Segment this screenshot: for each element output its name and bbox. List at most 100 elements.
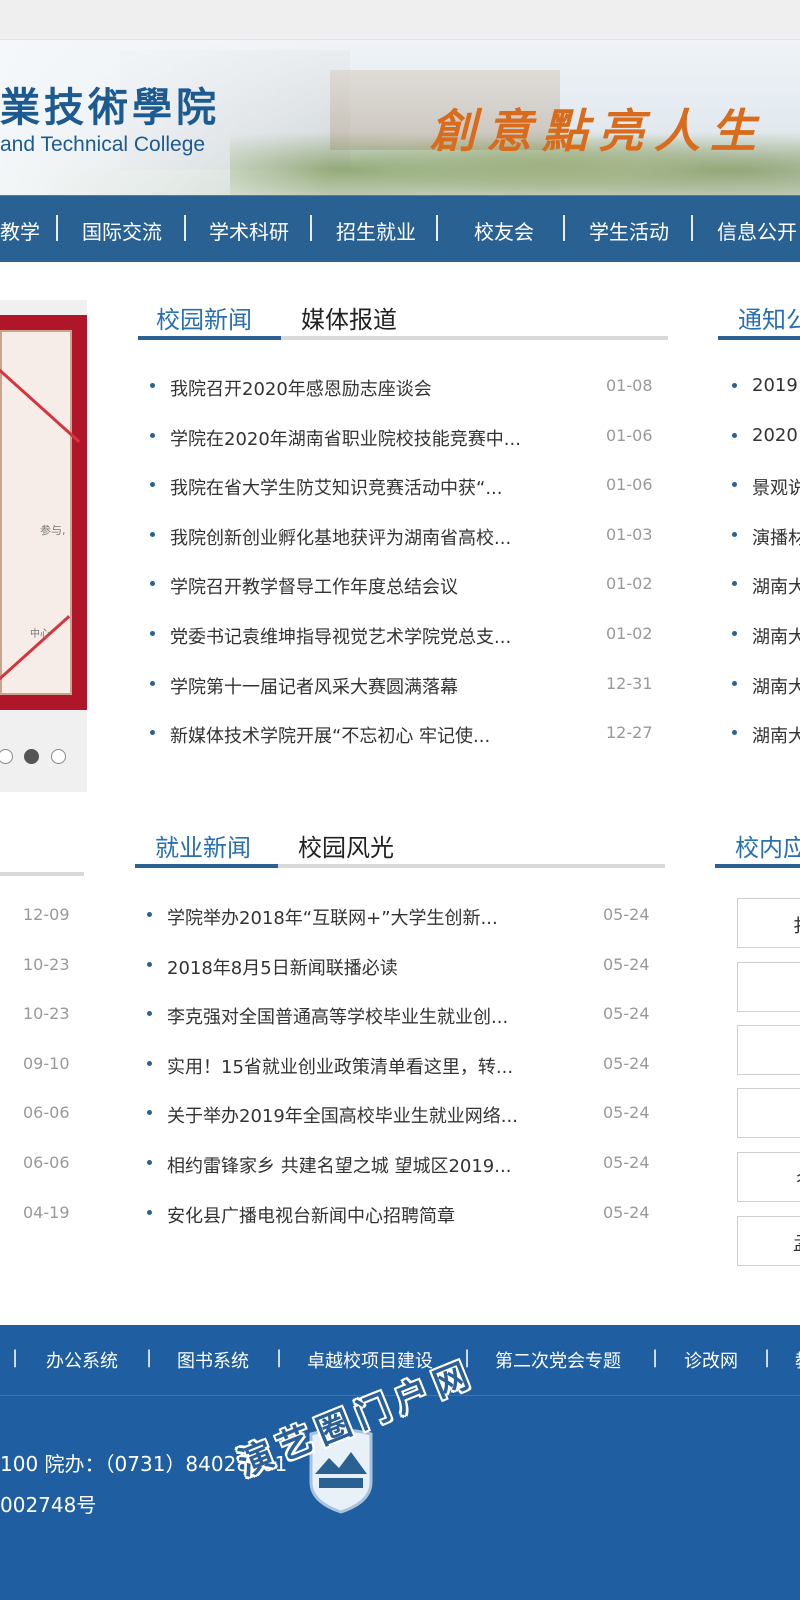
news-date: 01-06 (606, 425, 653, 445)
news-date: 12-09 (23, 905, 70, 924)
news-date: 12-27 (606, 723, 653, 743)
slide-dot[interactable] (51, 749, 66, 764)
nav-item-international[interactable]: 国际交流 (82, 216, 162, 245)
nav-separator (436, 215, 438, 241)
list-item[interactable]: 新媒体技术学院开展“不忘初心 牢记使... 12-27 (150, 720, 655, 750)
app-button[interactable]: 孟 (737, 1216, 800, 1266)
bullet-icon (147, 1160, 152, 1165)
left-tab-underline (0, 872, 84, 876)
app-button-label: 孟 (793, 1230, 800, 1256)
news-title[interactable]: 我院召开2020年感恩励志座谈会 (170, 375, 432, 401)
news-date: 10-23 (23, 1004, 70, 1024)
news-date: 10-23 (23, 954, 70, 974)
list-item[interactable]: 我院召开2020年感恩励志座谈会 01-08 (150, 373, 655, 403)
app-button[interactable]: 扌 (737, 898, 800, 948)
list-item[interactable]: 2019 (732, 373, 800, 403)
notice-title[interactable]: 演播材 (752, 524, 800, 550)
list-item[interactable]: 安化县广播电视台新闻中心招聘简章 05-24 (147, 1200, 652, 1230)
footer-link-library-system[interactable]: 图书系统 (177, 1347, 249, 1373)
app-button[interactable] (737, 962, 800, 1012)
footer-link-diagnosis[interactable]: 诊改网 (684, 1347, 738, 1373)
nav-item-research[interactable]: 学术科研 (209, 216, 289, 245)
bullet-icon (150, 581, 155, 587)
notice-title[interactable]: 景观说 (752, 474, 800, 500)
bullet-icon (732, 383, 737, 388)
app-button[interactable]: 彳 (737, 1152, 800, 1202)
list-item[interactable]: 学院举办2018年“互联网+”大学生创新... 05-24 (147, 902, 652, 932)
nav-separator (310, 215, 312, 241)
list-item[interactable]: 学院召开教学督导工作年度总结会议 01-02 (150, 571, 655, 601)
nav-item-admission[interactable]: 招生就业 (336, 216, 416, 245)
footer-link-education[interactable]: 教 (795, 1347, 800, 1373)
list-item[interactable]: 演播材 (732, 522, 800, 552)
news-title[interactable]: 学院召开教学督导工作年度总结会议 (170, 573, 458, 599)
bullet-icon (147, 1209, 152, 1215)
college-logo-cn[interactable]: 業技術學院 (0, 75, 220, 133)
list-item[interactable]: 2020 (732, 423, 800, 453)
list-item[interactable]: 我院在省大学生防艾知识竞赛活动中获“... 01-06 (150, 472, 655, 502)
news-title[interactable]: 我院在省大学生防艾知识竞赛活动中获“... (170, 474, 503, 500)
news-title[interactable]: 新媒体技术学院开展“不忘初心 牢记使... (170, 722, 490, 748)
list-item[interactable]: 关于举办2019年全国高校毕业生就业网络... 05-24 (147, 1100, 652, 1130)
tab-campus-apps[interactable]: 校内应 (735, 828, 800, 863)
bullet-icon (732, 631, 737, 636)
list-item[interactable]: 湖南大 (732, 571, 800, 601)
news-title[interactable]: 学院举办2018年“互联网+”大学生创新... (167, 904, 498, 930)
footer-link-office-system[interactable]: 办公系统 (46, 1347, 118, 1373)
list-item[interactable]: 相约雷锋家乡 共建名望之城 望城区2019... 05-24 (147, 1150, 652, 1180)
notice-title[interactable]: 湖南大 (752, 573, 800, 599)
news-title[interactable]: 相约雷锋家乡 共建名望之城 望城区2019... (167, 1152, 511, 1178)
list-item[interactable]: 党委书记袁维坤指导视觉艺术学院党总支... 01-02 (150, 621, 655, 651)
news-date: 01-03 (606, 524, 653, 544)
main-nav: 教学 国际交流 学术科研 招生就业 校友会 学生活动 信息公开 (0, 195, 800, 262)
college-logo-en[interactable]: and Technical College (0, 133, 205, 157)
nav-item-info-disclosure[interactable]: 信息公开 (717, 216, 797, 245)
list-item[interactable]: 湖南大 (732, 671, 800, 701)
news-title[interactable]: 学院第十一届记者风采大赛圆满落幕 (170, 673, 458, 699)
list-item[interactable]: 2018年8月5日新闻联播必读 05-24 (147, 952, 652, 982)
footer-link-separator: | (276, 1347, 283, 1368)
news-title[interactable]: 关于举办2019年全国高校毕业生就业网络... (167, 1102, 518, 1128)
apps-tabs: 校内应 (715, 828, 800, 868)
news-title[interactable]: 学院在2020年湖南省职业院校技能竞赛中... (170, 425, 521, 451)
list-item[interactable]: 湖南大 (732, 621, 800, 651)
bullet-icon (150, 680, 155, 686)
nav-item-student-activities[interactable]: 学生活动 (589, 216, 669, 245)
news-title[interactable]: 实用！15省就业创业政策清单看这里，转... (167, 1053, 513, 1079)
app-button[interactable] (737, 1025, 800, 1075)
list-item[interactable]: 学院在2020年湖南省职业院校技能竞赛中... 01-06 (150, 423, 655, 453)
active-tab-underline (715, 864, 800, 868)
list-item[interactable]: 实用！15省就业创业政策清单看这里，转... 05-24 (147, 1051, 652, 1081)
notice-title[interactable]: 2020 (752, 425, 798, 446)
bullet-icon (147, 912, 152, 917)
slide-dot-active[interactable] (24, 749, 39, 764)
footer-link-party-congress[interactable]: 第二次党会专题 (495, 1347, 621, 1373)
news-title[interactable]: 安化县广播电视台新闻中心招聘简章 (167, 1202, 455, 1228)
list-item[interactable]: 我院创新创业孵化基地获评为湖南省高校... 01-03 (150, 522, 655, 552)
list-item[interactable]: 湖南大 (732, 720, 800, 750)
app-button[interactable] (737, 1088, 800, 1138)
nav-item-alumni[interactable]: 校友会 (474, 216, 534, 245)
slide-certificate (0, 330, 72, 695)
tab-notices[interactable]: 通知公 (738, 300, 800, 335)
tab-media-reports[interactable]: 媒体报道 (301, 300, 397, 335)
news-title[interactable]: 2018年8月5日新闻联播必读 (167, 954, 398, 980)
list-item[interactable]: 李克强对全国普通高等学校毕业生就业创... 05-24 (147, 1001, 652, 1031)
notice-title[interactable]: 湖南大 (752, 722, 800, 748)
list-item[interactable]: 景观说 (732, 472, 800, 502)
bullet-icon (147, 961, 152, 967)
news-slideshow[interactable]: 参与, 中心 (0, 300, 87, 792)
notice-title[interactable]: 湖南大 (752, 623, 800, 649)
news-title[interactable]: 我院创新创业孵化基地获评为湖南省高校... (170, 524, 511, 550)
tab-campus-news[interactable]: 校园新闻 (156, 300, 252, 335)
notice-title[interactable]: 2019 (752, 375, 798, 396)
list-item[interactable]: 学院第十一届记者风采大赛圆满落幕 12-31 (150, 671, 655, 701)
notice-title[interactable]: 湖南大 (752, 673, 800, 699)
bullet-icon (150, 730, 155, 736)
tab-employment-news[interactable]: 就业新闻 (155, 828, 251, 863)
nav-item-teaching[interactable]: 教学 (0, 216, 40, 245)
nav-separator (691, 215, 693, 241)
tab-campus-scenery[interactable]: 校园风光 (298, 828, 394, 863)
news-title[interactable]: 党委书记袁维坤指导视觉艺术学院党总支... (170, 623, 511, 649)
news-title[interactable]: 李克强对全国普通高等学校毕业生就业创... (167, 1003, 508, 1029)
